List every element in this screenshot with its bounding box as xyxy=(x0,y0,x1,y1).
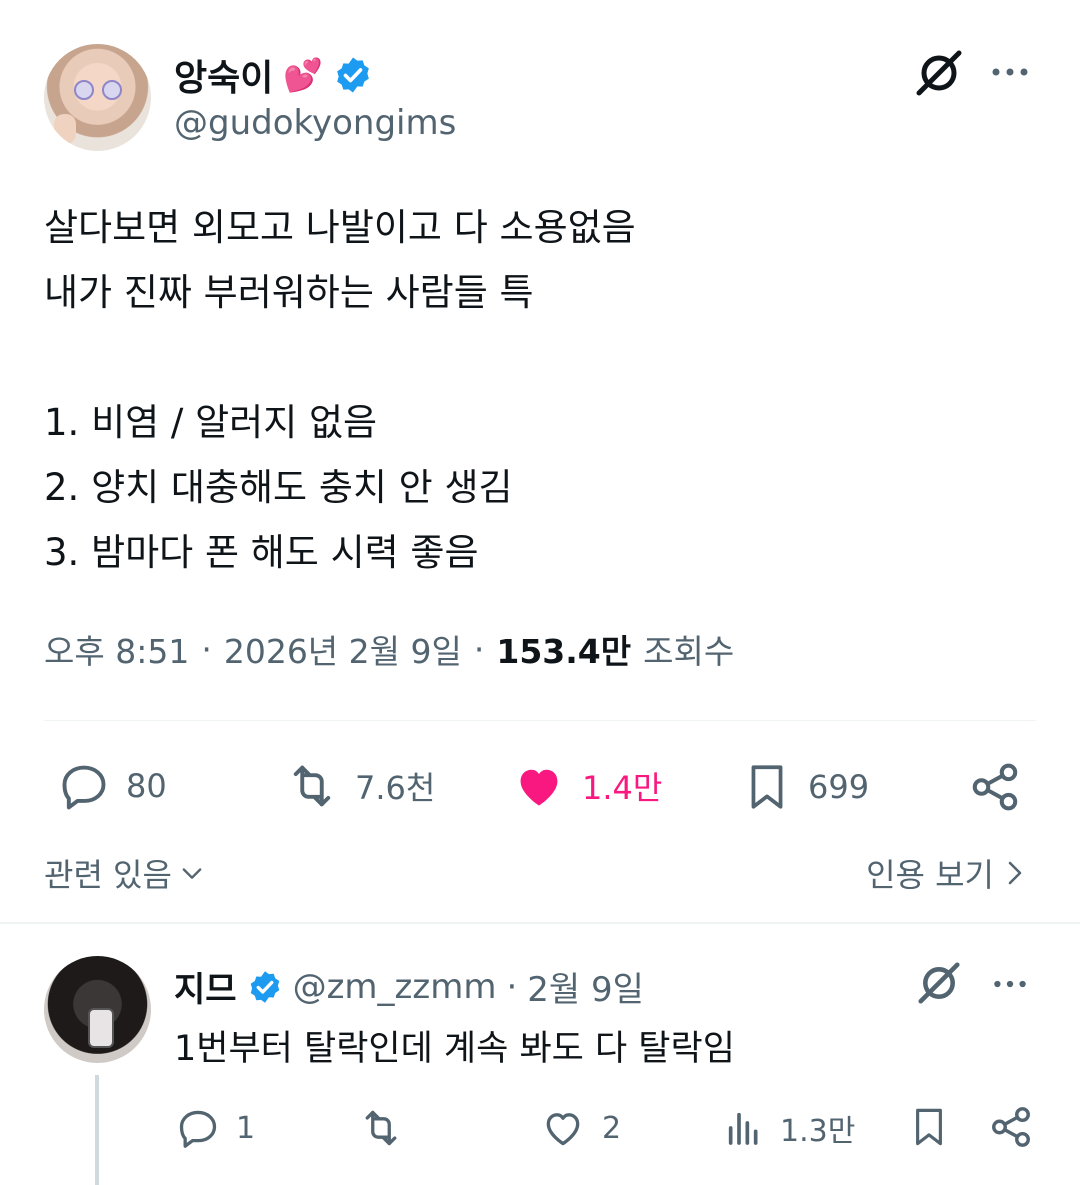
avatar-hand xyxy=(54,114,76,144)
reply-button[interactable]: 80 xyxy=(58,760,167,812)
views-label: 조회수 xyxy=(643,632,735,671)
bookmark-count: 699 xyxy=(808,768,870,806)
section-divider xyxy=(0,922,1080,924)
reply-reply-count: 1 xyxy=(236,1110,256,1146)
share-icon[interactable] xyxy=(968,760,1022,814)
reply-like-button[interactable]: 2 xyxy=(540,1106,621,1150)
bookmark-button[interactable]: 699 xyxy=(742,760,869,814)
author-avatar[interactable] xyxy=(44,44,151,151)
quotes-label: 인용 보기 xyxy=(866,856,994,894)
meta-separator: · xyxy=(506,966,518,1007)
author-name-row[interactable]: 앙숙이 💕 xyxy=(174,49,373,101)
reply-date[interactable]: 2월 9일 xyxy=(527,962,644,1011)
avatar-glasses xyxy=(74,80,122,100)
reply-views-button[interactable]: 1.3만 xyxy=(724,1106,855,1150)
reply-like-count: 2 xyxy=(602,1110,622,1146)
reply-text: 1번부터 탈락인데 계속 봐도 다 탈락임 xyxy=(174,1029,735,1069)
related-toggle[interactable]: 관련 있음 xyxy=(44,850,206,896)
bookmark-icon[interactable] xyxy=(908,1104,950,1150)
tweet-time[interactable]: 오후 8:51 xyxy=(44,625,189,673)
share-icon[interactable] xyxy=(988,1104,1034,1150)
chevron-down-icon xyxy=(182,868,202,879)
views-count: 153.4만 xyxy=(496,632,632,671)
tweet-meta: 오후 8:51 · 2026년 2월 9일 · 153.4만 조회수 xyxy=(44,625,734,673)
meta-separator: · xyxy=(473,629,485,669)
reply-retweet-button[interactable] xyxy=(358,1106,404,1150)
retweet-count: 7.6천 xyxy=(355,769,436,807)
reply-header: 지므 @zm_zzmm · 2월 9일 xyxy=(174,962,644,1011)
author-display-name[interactable]: 앙숙이 xyxy=(174,49,273,101)
reply-reply-button[interactable]: 1 xyxy=(176,1106,255,1150)
bookmark-icon xyxy=(751,765,783,809)
like-count: 1.4만 xyxy=(582,769,663,807)
tweet-date[interactable]: 2026년 2월 9일 xyxy=(224,625,462,673)
divider xyxy=(44,720,1036,721)
reply-icon xyxy=(179,1110,217,1148)
retweet-icon xyxy=(293,765,331,807)
reply-handle[interactable]: @zm_zzmm xyxy=(293,967,497,1007)
thread-line xyxy=(95,1075,99,1185)
view-quotes-link[interactable]: 인용 보기 xyxy=(866,850,1026,896)
heart-emoji: 💕 xyxy=(283,56,324,94)
retweet-button[interactable]: 7.6천 xyxy=(285,760,435,812)
grok-icon[interactable] xyxy=(915,962,963,1004)
reply-count: 80 xyxy=(126,767,167,805)
avatar-phone xyxy=(88,1008,114,1048)
more-icon[interactable] xyxy=(990,62,1030,82)
tweet-text: 살다보면 외모고 나발이고 다 소용없음 내가 진짜 부러워하는 사람들 특 1… xyxy=(44,206,636,574)
reply-display-name[interactable]: 지므 xyxy=(174,962,237,1011)
reply-author-avatar[interactable] xyxy=(44,956,151,1063)
views-icon xyxy=(728,1112,758,1145)
verified-badge-icon xyxy=(337,57,370,93)
grok-icon[interactable] xyxy=(913,50,965,96)
retweet-icon xyxy=(365,1110,397,1146)
related-label: 관련 있음 xyxy=(44,856,172,894)
more-icon[interactable] xyxy=(992,975,1028,993)
meta-separator: · xyxy=(201,629,212,669)
reply-views-count: 1.3만 xyxy=(780,1114,856,1149)
reply-icon xyxy=(62,765,106,810)
like-button[interactable]: 1.4만 xyxy=(512,760,662,812)
like-icon xyxy=(520,769,558,806)
author-handle[interactable]: @gudokyongims xyxy=(174,103,456,143)
chevron-right-icon xyxy=(1008,861,1022,885)
like-icon xyxy=(546,1113,580,1146)
verified-badge-icon xyxy=(250,970,279,1003)
